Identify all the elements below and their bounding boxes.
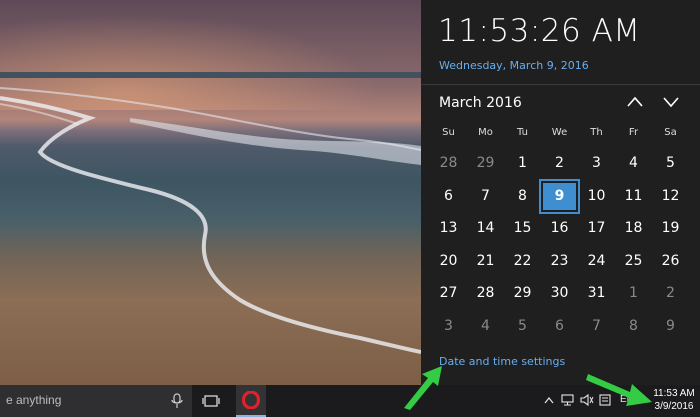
calendar-day[interactable]: 29: [504, 278, 541, 309]
calendar-day[interactable]: 7: [467, 181, 504, 212]
calendar-day[interactable]: 1: [615, 278, 652, 309]
calendar-day[interactable]: 3: [578, 148, 615, 179]
calendar-day[interactable]: 8: [504, 181, 541, 212]
chevron-up-tray-icon[interactable]: [544, 396, 554, 404]
weekday-label: We: [551, 127, 568, 138]
calendar-day[interactable]: 27: [430, 278, 467, 309]
calendar-day[interactable]: 22: [504, 246, 541, 277]
calendar-day[interactable]: 8: [615, 311, 652, 342]
search-box[interactable]: e anything: [0, 385, 192, 417]
calendar-day[interactable]: 20: [430, 246, 467, 277]
calendar-day[interactable]: 16: [541, 213, 578, 244]
date-time-settings-link[interactable]: Date and time settings: [439, 355, 565, 368]
search-input[interactable]: e anything: [6, 393, 61, 407]
calendar-day[interactable]: 9: [652, 311, 689, 342]
calendar-day[interactable]: 29: [467, 148, 504, 179]
calendar-day[interactable]: 5: [504, 311, 541, 342]
chevron-up-icon[interactable]: [626, 95, 644, 109]
calendar-day[interactable]: 18: [615, 213, 652, 244]
calendar-day[interactable]: 2: [652, 278, 689, 309]
calendar-day[interactable]: 11: [615, 181, 652, 212]
opera-icon: [242, 391, 260, 409]
clock-calendar-flyout: 11:53:26 AM Wednesday, March 9, 2016 Mar…: [421, 0, 700, 385]
calendar-day[interactable]: 4: [615, 148, 652, 179]
calendar-day[interactable]: 5: [652, 148, 689, 179]
calendar-day[interactable]: 21: [467, 246, 504, 277]
weekday-label: Su: [442, 127, 455, 138]
calendar-day[interactable]: 23: [541, 246, 578, 277]
calendar-day[interactable]: 1: [504, 148, 541, 179]
calendar-day[interactable]: 26: [652, 246, 689, 277]
calendar-day[interactable]: 14: [467, 213, 504, 244]
annotation-arrow-right: [586, 374, 652, 406]
calendar-day[interactable]: 31: [578, 278, 615, 309]
calendar-day[interactable]: 3: [430, 311, 467, 342]
network-icon[interactable]: [561, 394, 575, 406]
weekday-label: Sa: [664, 127, 677, 138]
calendar-day[interactable]: 7: [578, 311, 615, 342]
calendar-day[interactable]: 6: [430, 181, 467, 212]
current-time: 11:53:26 AM: [438, 13, 641, 49]
desktop-wallpaper: [0, 0, 421, 385]
annotation-arrow-left: [404, 366, 442, 410]
calendar-day[interactable]: 30: [541, 278, 578, 309]
current-date-link[interactable]: Wednesday, March 9, 2016: [439, 59, 589, 72]
calendar-day[interactable]: 17: [578, 213, 615, 244]
chevron-down-icon[interactable]: [662, 95, 680, 109]
calendar-day[interactable]: 12: [652, 181, 689, 212]
calendar-day[interactable]: 28: [467, 278, 504, 309]
calendar-day[interactable]: 25: [615, 246, 652, 277]
beach-waves: [0, 87, 421, 354]
calendar-day[interactable]: 28: [430, 148, 467, 179]
month-title[interactable]: March 2016: [439, 95, 522, 111]
weekday-label: Th: [590, 127, 603, 138]
calendar-day[interactable]: 2: [541, 148, 578, 179]
divider: [421, 84, 700, 85]
task-view-icon[interactable]: [202, 393, 220, 409]
weekday-label: Tu: [517, 127, 528, 138]
weekday-label: Mo: [478, 127, 493, 138]
calendar-day[interactable]: 6: [541, 311, 578, 342]
calendar-day[interactable]: 10: [578, 181, 615, 212]
microphone-icon[interactable]: [170, 393, 184, 409]
calendar-day[interactable]: 9: [539, 179, 580, 214]
calendar-day[interactable]: 15: [504, 213, 541, 244]
calendar-day[interactable]: 19: [652, 213, 689, 244]
calendar-day[interactable]: 4: [467, 311, 504, 342]
weekday-label: Fr: [628, 127, 639, 138]
calendar-day[interactable]: 24: [578, 246, 615, 277]
calendar-day[interactable]: 13: [430, 213, 467, 244]
opera-taskbar-button[interactable]: [236, 385, 266, 417]
